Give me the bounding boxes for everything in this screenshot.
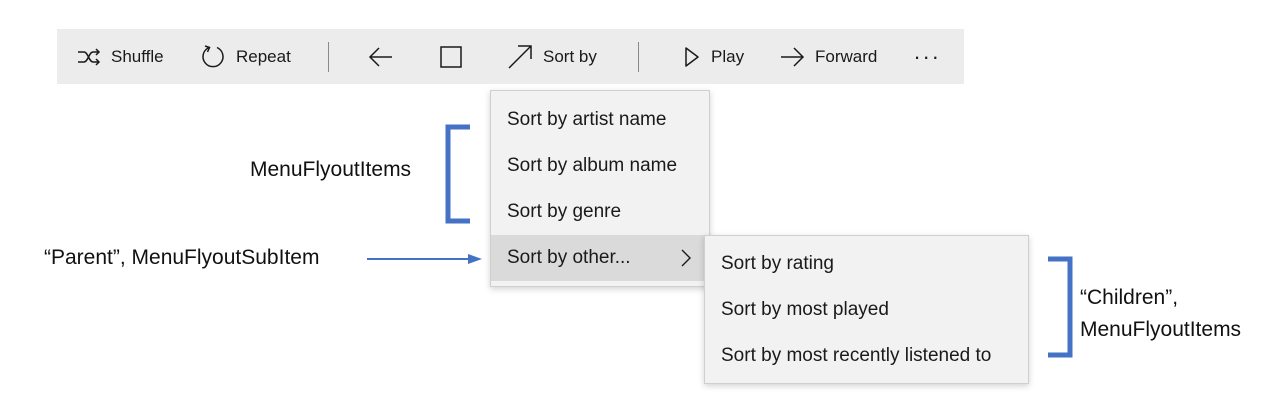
play-icon bbox=[683, 46, 701, 68]
menu-item-label: Sort by other... bbox=[507, 247, 631, 268]
more-icon: ... bbox=[914, 38, 942, 64]
menu-item-label: Sort by most recently listened to bbox=[721, 345, 992, 366]
arrow-to-parent bbox=[367, 254, 482, 264]
menu-item-sort-most-played[interactable]: Sort by most played bbox=[705, 287, 1028, 333]
back-arrow-icon bbox=[368, 46, 394, 67]
command-bar: Shuffle Repeat Sort by Play Forward ... bbox=[57, 29, 964, 84]
toolbar-separator bbox=[638, 42, 639, 72]
menu-item-sort-genre[interactable]: Sort by genre bbox=[491, 189, 709, 235]
diagonal-arrow-icon bbox=[507, 44, 533, 70]
menu-subitem-sort-other[interactable]: Sort by other... bbox=[491, 235, 709, 281]
repeat-button[interactable]: Repeat bbox=[200, 29, 291, 84]
menu-item-label: Sort by most played bbox=[721, 299, 889, 320]
menu-item-label: Sort by album name bbox=[507, 155, 678, 176]
forward-arrow-icon bbox=[779, 46, 805, 67]
menu-item-sort-artist[interactable]: Sort by artist name bbox=[491, 97, 709, 143]
annotation-menu-flyout-items: MenuFlyoutItems bbox=[250, 158, 412, 181]
stop-button[interactable] bbox=[440, 29, 462, 84]
menu-item-label: Sort by genre bbox=[507, 201, 622, 222]
bracket-right bbox=[1048, 256, 1073, 358]
repeat-icon bbox=[200, 44, 226, 70]
toolbar-separator bbox=[328, 42, 329, 72]
back-button[interactable] bbox=[368, 29, 394, 84]
shuffle-label: Shuffle bbox=[111, 46, 164, 66]
more-button[interactable]: ... bbox=[914, 24, 941, 79]
forward-button[interactable]: Forward bbox=[779, 29, 877, 84]
annotation-children-line2: MenuFlyoutItems bbox=[1080, 318, 1242, 341]
sort-menu-flyout: Sort by artist name Sort by album name S… bbox=[490, 90, 710, 287]
play-button[interactable]: Play bbox=[683, 29, 744, 84]
annotation-parent: “Parent”, MenuFlyoutSubItem bbox=[44, 246, 320, 269]
annotation-children-line1: “Children”, bbox=[1080, 286, 1179, 309]
menu-item-sort-rating[interactable]: Sort by rating bbox=[705, 241, 1028, 287]
bracket-left bbox=[445, 124, 470, 224]
repeat-label: Repeat bbox=[236, 46, 291, 66]
menu-item-sort-album[interactable]: Sort by album name bbox=[491, 143, 709, 189]
menu-item-sort-recently-listened[interactable]: Sort by most recently listened to bbox=[705, 333, 1028, 379]
forward-label: Forward bbox=[815, 46, 878, 66]
sort-by-button[interactable]: Sort by bbox=[507, 29, 597, 84]
stop-icon bbox=[440, 45, 462, 68]
shuffle-button[interactable]: Shuffle bbox=[77, 29, 164, 84]
sort-submenu-flyout: Sort by rating Sort by most played Sort … bbox=[704, 235, 1029, 384]
menu-item-label: Sort by rating bbox=[721, 253, 834, 274]
chevron-right-icon bbox=[681, 249, 691, 273]
play-label: Play bbox=[711, 46, 745, 66]
menu-item-label: Sort by artist name bbox=[507, 109, 667, 130]
sort-by-label: Sort by bbox=[543, 46, 597, 66]
shuffle-icon bbox=[77, 47, 101, 66]
